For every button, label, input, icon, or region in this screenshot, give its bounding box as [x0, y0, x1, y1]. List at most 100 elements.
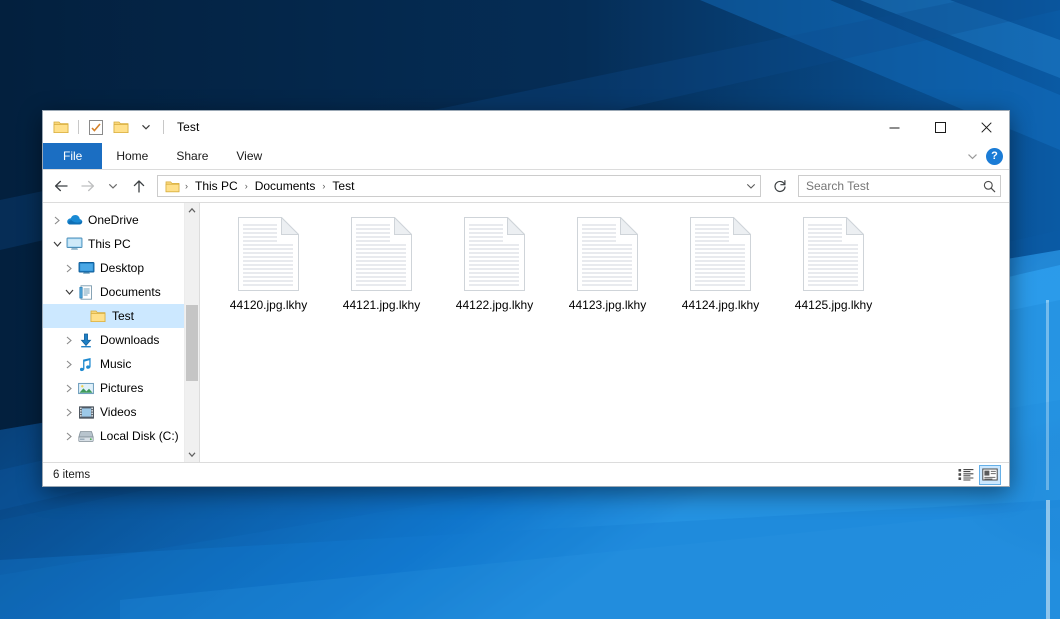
minimize-button[interactable]: [871, 111, 917, 143]
sidebar-item-onedrive[interactable]: OneDrive: [43, 208, 184, 232]
sidebar-label: Documents: [100, 286, 161, 298]
tab-share[interactable]: Share: [162, 143, 222, 169]
chevron-down-icon[interactable]: [49, 232, 65, 256]
videos-icon: [77, 404, 95, 420]
chevron-right-icon[interactable]: [61, 328, 77, 352]
sidebar-item-videos[interactable]: Videos: [43, 400, 184, 424]
generic-file-icon: [677, 214, 765, 294]
sidebar-label: OneDrive: [88, 214, 139, 226]
window-controls: [871, 111, 1009, 143]
file-name: 44122.jpg.lkhy: [454, 298, 535, 313]
search-icon: [983, 180, 996, 193]
view-mode-buttons: [955, 465, 1001, 485]
sidebar-label: Downloads: [100, 334, 159, 346]
music-icon: [77, 356, 95, 372]
breadcrumb-separator-2[interactable]: ›: [320, 181, 327, 191]
file-item[interactable]: 44121.jpg.lkhy: [325, 211, 438, 329]
chevron-down-icon[interactable]: [967, 151, 978, 162]
refresh-button[interactable]: [768, 174, 792, 198]
sidebar-item-documents[interactable]: Documents: [43, 280, 184, 304]
file-name: 44125.jpg.lkhy: [793, 298, 874, 313]
sidebar-item-local-disk-c[interactable]: Local Disk (C:): [43, 424, 184, 448]
breadcrumb-folder-icon: [162, 180, 182, 193]
navigation-pane: OneDrive This PC: [43, 203, 200, 462]
chevron-down-icon[interactable]: [61, 280, 77, 304]
address-bar: › This PC › Documents › Test: [43, 170, 1009, 202]
chevron-right-icon[interactable]: [61, 400, 77, 424]
tab-file[interactable]: File: [43, 143, 102, 169]
expander-placeholder: [73, 304, 89, 328]
forward-button[interactable]: [75, 174, 99, 198]
search-input[interactable]: [806, 179, 983, 193]
properties-icon[interactable]: [86, 117, 106, 137]
breadcrumb-item-this-pc[interactable]: This PC: [191, 177, 242, 195]
sidebar-label: Local Disk (C:): [100, 430, 179, 442]
help-button[interactable]: ?: [986, 148, 1003, 165]
breadcrumb-bar[interactable]: › This PC › Documents › Test: [157, 175, 761, 197]
file-name: 44123.jpg.lkhy: [567, 298, 648, 313]
folder-icon[interactable]: [51, 117, 71, 137]
scroll-up-button[interactable]: [185, 203, 199, 218]
drive-icon: [77, 428, 95, 444]
file-grid: 44120.jpg.lkhy 44121.jpg.lkhy: [212, 211, 1009, 329]
sidebar-label: Pictures: [100, 382, 143, 394]
chevron-right-icon[interactable]: [61, 352, 77, 376]
file-item[interactable]: 44125.jpg.lkhy: [777, 211, 890, 329]
breadcrumb-separator-1[interactable]: ›: [243, 181, 250, 191]
document-icon: [77, 284, 95, 300]
file-item[interactable]: 44120.jpg.lkhy: [212, 211, 325, 329]
back-button[interactable]: [49, 174, 73, 198]
scrollbar-thumb[interactable]: [186, 305, 198, 381]
chevron-right-icon[interactable]: [61, 424, 77, 448]
navigation-tree: OneDrive This PC: [43, 203, 184, 462]
breadcrumb-separator-0[interactable]: ›: [183, 181, 190, 191]
ribbon-tab-strip: File Home Share View ?: [43, 143, 1009, 170]
tab-view[interactable]: View: [222, 143, 276, 169]
breadcrumb-item-documents[interactable]: Documents: [251, 177, 320, 195]
sidebar-item-pictures[interactable]: Pictures: [43, 376, 184, 400]
file-item[interactable]: 44124.jpg.lkhy: [664, 211, 777, 329]
sidebar-label: Videos: [100, 406, 136, 418]
up-button[interactable]: [127, 174, 151, 198]
scroll-down-button[interactable]: [185, 447, 199, 462]
chevron-right-icon[interactable]: [61, 256, 77, 280]
address-dropdown-icon[interactable]: [742, 176, 760, 196]
new-folder-icon[interactable]: [111, 117, 131, 137]
scrollbar-track[interactable]: [185, 218, 199, 447]
sidebar-item-this-pc[interactable]: This PC: [43, 232, 184, 256]
chevron-down-icon[interactable]: [136, 117, 156, 137]
breadcrumb-item-test[interactable]: Test: [328, 177, 358, 195]
download-icon: [77, 332, 95, 348]
folder-icon: [89, 308, 107, 324]
chevron-right-icon[interactable]: [61, 376, 77, 400]
generic-file-icon: [338, 214, 426, 294]
file-explorer-window: Test File Home Share View ?: [42, 110, 1010, 487]
navigation-scrollbar[interactable]: [184, 203, 199, 462]
generic-file-icon: [564, 214, 652, 294]
file-name: 44121.jpg.lkhy: [341, 298, 422, 313]
generic-file-icon: [790, 214, 878, 294]
details-view-button[interactable]: [955, 465, 977, 485]
large-icons-view-button[interactable]: [979, 465, 1001, 485]
sidebar-item-music[interactable]: Music: [43, 352, 184, 376]
sidebar-label: This PC: [88, 238, 131, 250]
sidebar-item-test[interactable]: Test: [43, 304, 184, 328]
close-button[interactable]: [963, 111, 1009, 143]
sidebar-item-downloads[interactable]: Downloads: [43, 328, 184, 352]
file-list-pane[interactable]: 44120.jpg.lkhy 44121.jpg.lkhy: [200, 203, 1009, 462]
sidebar-item-desktop[interactable]: Desktop: [43, 256, 184, 280]
tab-home[interactable]: Home: [102, 143, 162, 169]
ribbon-right-controls: ?: [967, 143, 1003, 169]
sidebar-label: Desktop: [100, 262, 144, 274]
chevron-right-icon[interactable]: [49, 208, 65, 232]
file-item[interactable]: 44122.jpg.lkhy: [438, 211, 551, 329]
file-item[interactable]: 44123.jpg.lkhy: [551, 211, 664, 329]
item-count-label: 6 items: [53, 469, 90, 481]
toolbar-separator: [78, 120, 79, 134]
maximize-button[interactable]: [917, 111, 963, 143]
recent-locations-button[interactable]: [101, 174, 125, 198]
generic-file-icon: [225, 214, 313, 294]
title-bar: Test: [43, 111, 1009, 143]
toolbar-separator-2: [163, 120, 164, 134]
search-box[interactable]: [798, 175, 1001, 197]
